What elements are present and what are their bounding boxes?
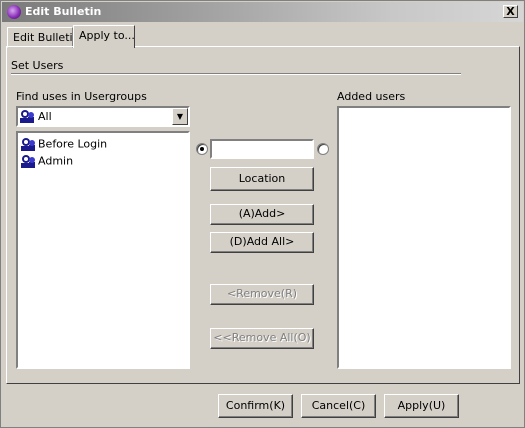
list-item[interactable]: Admin	[21, 154, 73, 170]
usergroup-icon	[20, 110, 34, 123]
tab-apply-to-label: Apply to...	[79, 29, 135, 42]
search-input[interactable]	[210, 139, 314, 159]
dialog-window: Edit Bulletin X Edit Bulletin Apply to..…	[0, 0, 525, 428]
list-item[interactable]: Before Login	[21, 137, 107, 153]
add-button[interactable]: (A)Add>	[210, 204, 314, 225]
remove-all-button[interactable]: <<Remove All(O)	[210, 328, 314, 349]
window-title: Edit Bulletin	[25, 5, 102, 18]
radio-dot	[200, 147, 204, 151]
cancel-button[interactable]: Cancel(C)	[301, 394, 376, 418]
added-users-label: Added users	[337, 90, 406, 103]
close-icon: X	[506, 5, 515, 18]
tab-apply-to[interactable]: Apply to...	[73, 25, 135, 48]
section-divider	[11, 73, 461, 75]
user-icon	[21, 155, 35, 168]
radio-right[interactable]	[317, 143, 329, 155]
list-item-label: Admin	[38, 154, 74, 168]
section-title: Set Users	[11, 59, 64, 72]
close-button[interactable]: X	[503, 5, 518, 18]
usergroup-select-value: All	[38, 110, 52, 123]
add-all-button[interactable]: (D)Add All>	[210, 232, 314, 253]
find-usergroups-label: Find uses in Usergroups	[16, 90, 147, 103]
confirm-button[interactable]: Confirm(K)	[218, 394, 293, 418]
tab-edit-bulletin[interactable]: Edit Bulletin	[7, 27, 80, 48]
usergroup-list[interactable]: Before Login Admin	[16, 131, 190, 369]
radio-left[interactable]	[196, 143, 208, 155]
added-users-list[interactable]	[337, 106, 511, 369]
location-button[interactable]: Location	[210, 167, 314, 191]
user-icon	[21, 138, 35, 151]
tab-edit-bulletin-label: Edit Bulletin	[13, 31, 80, 44]
list-item-label: Before Login	[38, 137, 108, 151]
apply-button[interactable]: Apply(U)	[384, 394, 459, 418]
chevron-down-icon[interactable]: ▼	[172, 108, 188, 125]
remove-button[interactable]: <Remove(R)	[210, 284, 314, 305]
usergroup-select[interactable]: All ▼	[16, 106, 190, 127]
title-bar[interactable]: Edit Bulletin X	[2, 2, 523, 22]
app-icon	[7, 5, 21, 19]
